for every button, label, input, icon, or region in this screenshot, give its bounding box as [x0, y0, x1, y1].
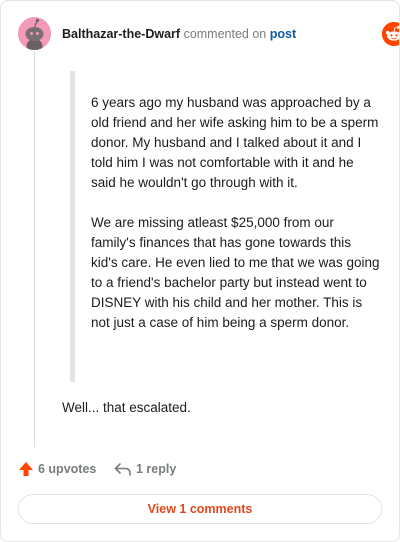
quote-paragraph: 6 years ago my husband was approached by… — [91, 95, 379, 190]
comment-body: Well... that escalated. — [62, 400, 191, 415]
username-link[interactable]: Balthazar-the-Dwarf — [62, 27, 180, 41]
commented-on-text: commented on — [183, 27, 267, 41]
upvote-arrow-icon — [19, 462, 33, 476]
reply-arrow-icon — [114, 463, 131, 476]
quote-paragraph: We are missing atleast $25,000 from our … — [91, 215, 380, 330]
comment-byline: Balthazar-the-Dwarf commented on post — [62, 27, 296, 41]
reply-button[interactable]: 1 reply — [114, 459, 184, 481]
quoted-text: 6 years ago my husband was approached by… — [91, 93, 381, 353]
reddit-logo-icon — [382, 22, 399, 46]
comment-card: Balthazar-the-Dwarf commented on post re… — [0, 0, 400, 542]
quote-bar — [70, 71, 75, 382]
upvote-count: 6 upvotes — [38, 462, 97, 476]
comment-header: Balthazar-the-Dwarf commented on post re… — [18, 17, 399, 51]
reply-count: 1 reply — [136, 462, 177, 476]
post-link[interactable]: post — [270, 27, 296, 41]
upvote-button[interactable]: 6 upvotes — [18, 459, 98, 481]
snoo-avatar-icon[interactable] — [18, 17, 51, 50]
view-comments-button[interactable]: View 1 comments — [18, 494, 382, 524]
thread-line — [34, 51, 35, 447]
